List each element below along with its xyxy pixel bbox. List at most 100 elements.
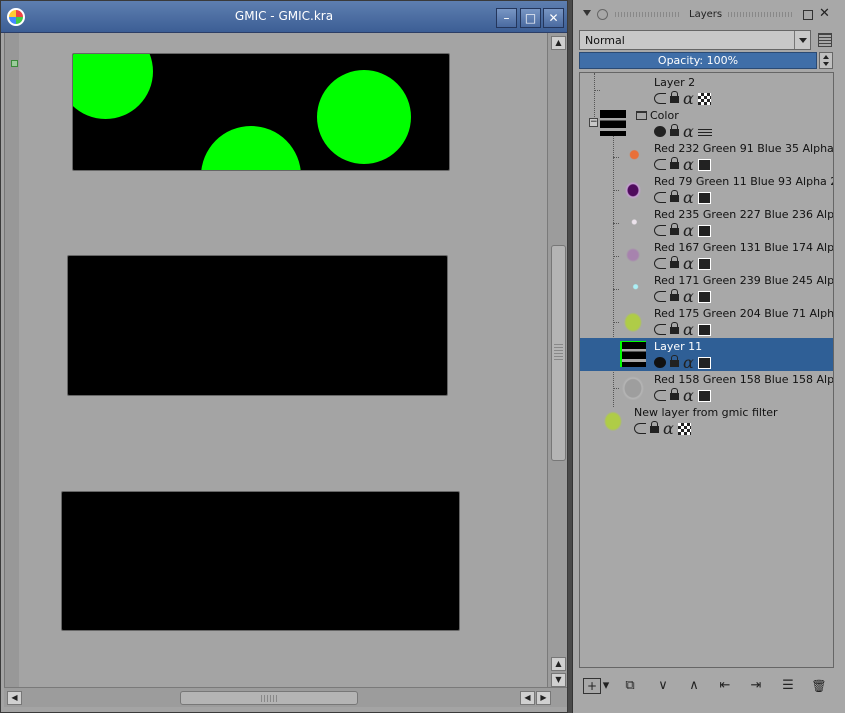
alpha-lock-icon[interactable]: α <box>683 188 694 207</box>
maximize-button[interactable]: □ <box>520 8 541 28</box>
alpha-lock-icon[interactable]: α <box>683 287 694 306</box>
layer-row[interactable]: Red 175 Green 204 Blue 71 Alpha... α <box>580 305 833 339</box>
move-layer-up-button[interactable]: ∧ <box>685 678 703 694</box>
layer-name[interactable]: New layer from gmic filter <box>634 406 778 419</box>
visibility-icon[interactable] <box>654 291 666 302</box>
alpha-lock-icon[interactable]: α <box>663 419 674 438</box>
scroll-left-button[interactable]: ◀ <box>7 691 22 705</box>
lock-icon[interactable] <box>670 256 679 268</box>
inherit-alpha-icon[interactable] <box>698 258 711 270</box>
layer-row[interactable]: Red 232 Green 91 Blue 35 Alpha ... α <box>580 140 833 174</box>
move-layer-down-button[interactable]: ∨ <box>654 678 672 694</box>
visibility-icon[interactable] <box>654 126 666 137</box>
lock-docker-icon[interactable] <box>597 9 608 20</box>
inherit-alpha-icon[interactable] <box>698 357 711 369</box>
lock-icon[interactable] <box>650 421 659 433</box>
layer-name[interactable]: Red 171 Green 239 Blue 245 Alph... <box>654 274 833 287</box>
layer-name[interactable]: Red 158 Green 158 Blue 158 Alph... <box>654 373 833 386</box>
layer-row[interactable]: New layer from gmic filter α <box>580 404 833 438</box>
visibility-icon[interactable] <box>654 258 666 269</box>
blend-mode-select[interactable]: Normal <box>579 30 811 50</box>
add-layer-button[interactable]: + <box>583 678 601 694</box>
horizontal-scroll-thumb[interactable] <box>180 691 358 705</box>
close-button[interactable]: ✕ <box>543 8 564 28</box>
opacity-slider[interactable]: Opacity: 100% <box>579 52 817 69</box>
horizontal-scrollbar[interactable]: ◀ ◀ ▶ <box>4 687 567 707</box>
visibility-icon[interactable] <box>654 390 666 401</box>
canvas-viewport[interactable] <box>4 33 547 687</box>
lock-icon[interactable] <box>670 124 679 136</box>
visibility-icon[interactable] <box>654 357 666 368</box>
lock-icon[interactable] <box>670 289 679 301</box>
visibility-icon[interactable] <box>654 159 666 170</box>
layer-name[interactable]: Red 79 Green 11 Blue 93 Alpha 255 <box>654 175 833 188</box>
layer-row[interactable]: Layer 11 α <box>580 338 833 372</box>
lower-layer-button[interactable]: ⇤ <box>716 678 734 694</box>
scroll-left-button-right[interactable]: ◀ <box>520 691 535 705</box>
alpha-lock-icon[interactable]: α <box>683 320 694 339</box>
alpha-lock-icon[interactable]: α <box>683 89 694 108</box>
layer-row[interactable]: Layer 2α <box>580 74 833 108</box>
layer-row[interactable]: Red 167 Green 131 Blue 174 Alph... α <box>580 239 833 273</box>
layer-name[interactable]: Layer 11 <box>654 340 702 353</box>
vertical-scrollbar[interactable]: ▲ ▲ ▼ <box>547 33 567 687</box>
lock-icon[interactable] <box>670 388 679 400</box>
inherit-alpha-icon[interactable] <box>698 93 711 105</box>
inherit-alpha-icon[interactable] <box>698 159 711 171</box>
layer-name[interactable]: Layer 2 <box>654 76 695 89</box>
alpha-lock-icon[interactable]: α <box>683 386 694 405</box>
raise-layer-button[interactable]: ⇥ <box>747 678 765 694</box>
inherit-alpha-icon[interactable] <box>698 291 711 303</box>
lock-icon[interactable] <box>670 190 679 202</box>
scroll-up-button-lower[interactable]: ▲ <box>551 657 566 671</box>
docker-menu-icon[interactable] <box>818 33 832 47</box>
alpha-lock-icon[interactable]: α <box>683 254 694 273</box>
visibility-icon[interactable] <box>654 192 666 203</box>
layer-name[interactable]: Red 175 Green 204 Blue 71 Alpha... <box>654 307 833 320</box>
vertical-scroll-thumb[interactable] <box>551 245 566 461</box>
minimize-button[interactable]: – <box>496 8 517 28</box>
layer-list[interactable]: Layer 2 α Color α Red 232 Green 91 Blue 35 A… <box>579 72 834 668</box>
inherit-alpha-icon[interactable] <box>698 225 711 237</box>
alpha-lock-icon[interactable]: α <box>683 353 694 372</box>
scroll-down-button[interactable]: ▼ <box>551 673 566 687</box>
lock-icon[interactable] <box>670 91 679 103</box>
layer-row[interactable]: Color α <box>580 107 833 141</box>
layer-name[interactable]: Red 167 Green 131 Blue 174 Alph... <box>654 241 833 254</box>
lock-icon[interactable] <box>670 322 679 334</box>
layer-name[interactable]: Red 235 Green 227 Blue 236 Alph... <box>654 208 833 221</box>
close-docker-icon[interactable]: ✕ <box>819 6 830 21</box>
opacity-spinner[interactable] <box>819 52 833 69</box>
float-docker-icon[interactable] <box>803 10 813 20</box>
visibility-icon[interactable] <box>634 423 646 434</box>
duplicate-layer-button[interactable]: ⧉ <box>621 678 639 694</box>
lock-icon[interactable] <box>670 355 679 367</box>
visibility-icon[interactable] <box>654 225 666 236</box>
visibility-icon[interactable] <box>654 93 666 104</box>
title-bar[interactable]: GMIC - GMIC.kra – □ ✕ <box>1 1 567 33</box>
layer-properties-button[interactable]: ☰ <box>779 678 797 694</box>
alpha-lock-icon[interactable]: α <box>683 122 694 141</box>
layer-row[interactable]: Red 79 Green 11 Blue 93 Alpha 255 α <box>580 173 833 207</box>
layer-name[interactable]: Color <box>650 109 679 122</box>
docker-header[interactable]: Layers ✕ <box>573 0 845 28</box>
scroll-right-button[interactable]: ▶ <box>536 691 551 705</box>
layer-row[interactable]: Red 158 Green 158 Blue 158 Alph... α <box>580 371 833 405</box>
inherit-alpha-icon[interactable] <box>698 324 711 336</box>
inherit-alpha-icon[interactable] <box>698 390 711 402</box>
layer-name[interactable]: Red 232 Green 91 Blue 35 Alpha ... <box>654 142 833 155</box>
collapse-icon[interactable] <box>583 10 591 16</box>
passthrough-icon[interactable] <box>698 129 712 136</box>
inherit-alpha-icon[interactable] <box>698 192 711 204</box>
origin-marker[interactable] <box>11 60 18 67</box>
inherit-alpha-icon[interactable] <box>678 423 691 435</box>
lock-icon[interactable] <box>670 223 679 235</box>
delete-layer-button[interactable]: 🗑 <box>810 678 828 694</box>
add-layer-menu-button[interactable]: ▾ <box>601 678 611 694</box>
alpha-lock-icon[interactable]: α <box>683 221 694 240</box>
layer-row[interactable]: Red 235 Green 227 Blue 236 Alph... α <box>580 206 833 240</box>
alpha-lock-icon[interactable]: α <box>683 155 694 174</box>
collapse-group-icon[interactable]: − <box>589 118 598 127</box>
scroll-up-button[interactable]: ▲ <box>551 36 566 50</box>
visibility-icon[interactable] <box>654 324 666 335</box>
